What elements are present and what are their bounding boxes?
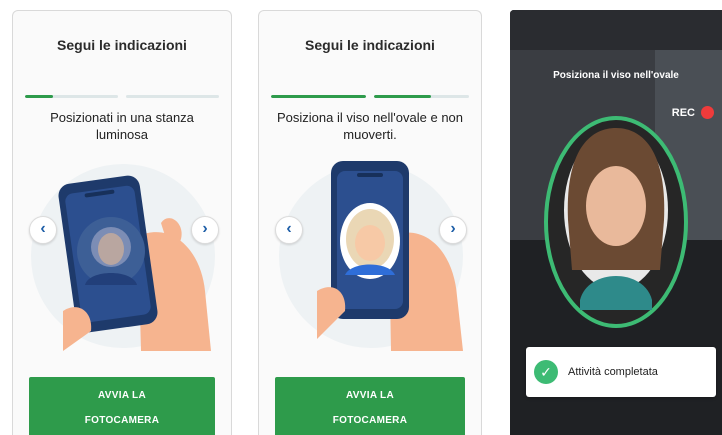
camera-instruction: Posiziona il viso nell'ovale xyxy=(553,70,679,81)
screen-title: Segui le indicazioni xyxy=(305,37,435,53)
progress-step-1 xyxy=(271,95,366,98)
rec-label: REC xyxy=(671,106,695,119)
step-progress xyxy=(25,95,219,99)
cta-line-2: FOTOCAMERA xyxy=(84,415,160,426)
record-dot-icon xyxy=(701,106,714,119)
next-button[interactable]: › xyxy=(439,216,467,244)
chevron-right-icon: › xyxy=(202,220,208,237)
start-camera-button[interactable]: AVVIA LA FOTOCAMERA xyxy=(29,377,215,435)
chevron-right-icon: › xyxy=(450,220,456,237)
progress-step-2 xyxy=(374,95,469,98)
completion-toast: ✓ Attività completata xyxy=(526,347,716,397)
cta-line-1: AVVIA LA xyxy=(98,390,146,401)
toast-message: Attività completata xyxy=(568,366,658,378)
next-button[interactable]: › xyxy=(191,216,219,244)
illustration-face-oval xyxy=(279,161,463,351)
checkmark-icon: ✓ xyxy=(534,360,558,384)
cta-line-1: AVVIA LA xyxy=(346,390,394,401)
previous-button[interactable]: ‹ xyxy=(275,216,303,244)
progress-step-1 xyxy=(25,95,118,98)
progress-step-2 xyxy=(126,95,219,98)
instruction-text: Posiziona il viso nell'ovale e non muove… xyxy=(276,110,464,142)
recording-indicator: REC xyxy=(672,106,714,119)
onboarding-screen-2: Segui le indicazioni Posiziona il viso n… xyxy=(258,10,482,435)
start-camera-button[interactable]: AVVIA LA FOTOCAMERA xyxy=(275,377,465,435)
onboarding-screen-1: Segui le indicazioni Posizionati in una … xyxy=(12,10,232,435)
chevron-left-icon: ‹ xyxy=(40,220,46,237)
camera-screen: Posiziona il viso nell'ovale REC ✓ Attiv… xyxy=(510,10,722,435)
previous-button[interactable]: ‹ xyxy=(29,216,57,244)
illustration-bright-room xyxy=(31,164,215,351)
instruction-text: Posizionati in una stanza luminosa xyxy=(50,110,194,142)
screen-title: Segui le indicazioni xyxy=(57,37,187,53)
step-progress xyxy=(271,95,469,99)
chevron-left-icon: ‹ xyxy=(286,220,292,237)
cta-line-2: FOTOCAMERA xyxy=(332,415,408,426)
